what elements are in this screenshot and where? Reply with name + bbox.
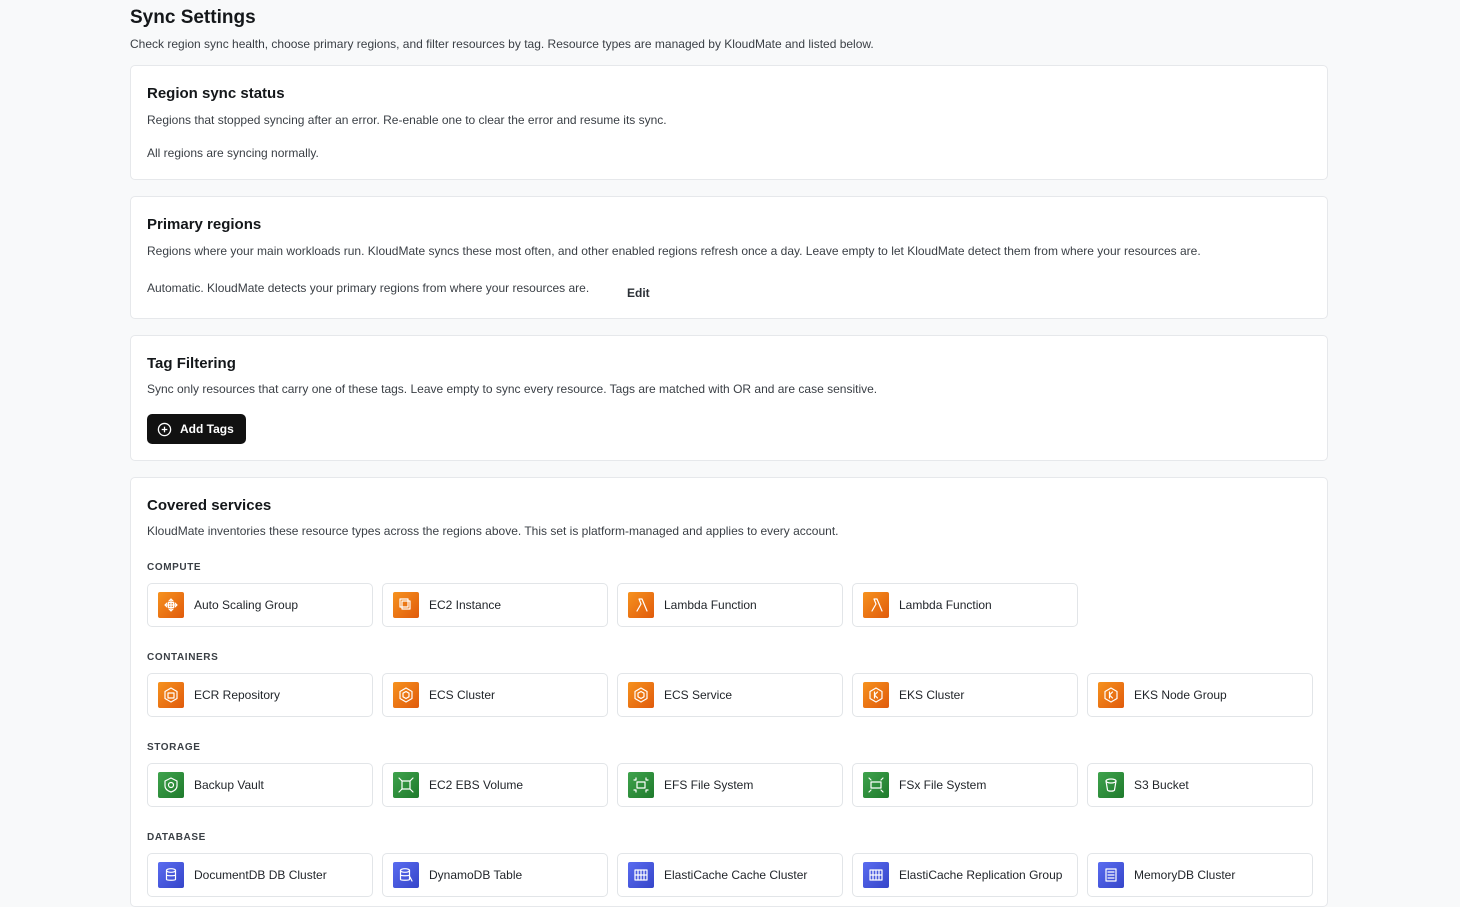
service-tile-label: FSx File System (899, 778, 987, 792)
primary-regions-card: Primary regions Regions where your main … (130, 196, 1328, 319)
service-group-label: STORAGE (147, 742, 201, 753)
memorydb-icon (1098, 862, 1124, 888)
ecr-icon (158, 682, 184, 708)
service-tile[interactable]: Auto Scaling Group (147, 583, 373, 627)
service-tile[interactable]: EFS File System (617, 763, 843, 807)
service-group-label: DATABASE (147, 832, 206, 843)
service-tile-label: EFS File System (664, 778, 754, 792)
service-tile[interactable]: DocumentDB DB Cluster (147, 853, 373, 897)
card-description: KloudMate inventories these resource typ… (147, 524, 839, 538)
service-tile-label: ElastiCache Replication Group (899, 868, 1063, 882)
service-tile[interactable]: Lambda Function (617, 583, 843, 627)
s3-bucket-icon (1098, 772, 1124, 798)
plus-circle-icon (157, 422, 172, 436)
service-tile-label: ECR Repository (194, 688, 281, 702)
page-subtitle: Check region sync health, choose primary… (130, 37, 874, 51)
service-tile-label: S3 Bucket (1134, 778, 1189, 792)
card-title: Primary regions (147, 216, 262, 233)
tag-filtering-card: Tag Filtering Sync only resources that c… (130, 335, 1328, 461)
card-description: Regions that stopped syncing after an er… (147, 113, 667, 127)
service-tile[interactable]: EC2 Instance (382, 583, 608, 627)
dynamodb-icon (393, 862, 419, 888)
service-tile-label: DocumentDB DB Cluster (194, 868, 327, 882)
primary-regions-status: Automatic. KloudMate detects your primar… (147, 281, 590, 295)
ebs-icon (393, 772, 419, 798)
lambda-icon (863, 592, 889, 618)
elasticache-icon (863, 862, 889, 888)
card-description: Regions where your main workloads run. K… (147, 244, 1201, 258)
service-tile[interactable]: Lambda Function (852, 583, 1078, 627)
service-tile[interactable]: DynamoDB Table (382, 853, 608, 897)
page-title: Sync Settings (130, 7, 256, 28)
service-tile[interactable]: Backup Vault (147, 763, 373, 807)
ecs-icon (628, 682, 654, 708)
service-tile[interactable]: S3 Bucket (1087, 763, 1313, 807)
service-tile[interactable]: MemoryDB Cluster (1087, 853, 1313, 897)
region-sync-status-card: Region sync status Regions that stopped … (130, 65, 1328, 180)
efs-icon (628, 772, 654, 798)
service-tile[interactable]: FSx File System (852, 763, 1078, 807)
card-title: Region sync status (147, 85, 285, 102)
service-tile[interactable]: ECR Repository (147, 673, 373, 717)
service-tile-label: EC2 EBS Volume (429, 778, 524, 792)
fsx-icon (863, 772, 889, 798)
service-tile-label: Backup Vault (194, 778, 264, 792)
service-tile-label: Auto Scaling Group (194, 598, 299, 612)
service-tile-label: MemoryDB Cluster (1134, 868, 1236, 882)
service-tile-label: ElastiCache Cache Cluster (664, 868, 808, 882)
add-tags-button[interactable]: Add Tags (147, 414, 246, 444)
card-description: Sync only resources that carry one of th… (147, 382, 878, 396)
card-title: Tag Filtering (147, 355, 236, 372)
service-tile-label: ECS Service (664, 688, 733, 702)
service-tile[interactable]: ElastiCache Cache Cluster (617, 853, 843, 897)
service-tile[interactable]: ECS Service (617, 673, 843, 717)
service-tile[interactable]: ElastiCache Replication Group (852, 853, 1078, 897)
sync-status-text: All regions are syncing normally. (147, 146, 319, 160)
service-tile-label: ECS Cluster (429, 688, 496, 702)
edit-primary-regions-button[interactable]: Edit (627, 286, 650, 300)
service-tile-label: DynamoDB Table (429, 868, 523, 882)
backup-icon (158, 772, 184, 798)
lambda-icon (628, 592, 654, 618)
eks-icon (1098, 682, 1124, 708)
documentdb-icon (158, 862, 184, 888)
card-title: Covered services (147, 497, 272, 514)
service-group-label: COMPUTE (147, 562, 202, 573)
service-tile[interactable]: EKS Cluster (852, 673, 1078, 717)
eks-icon (863, 682, 889, 708)
service-tile-label: EKS Node Group (1134, 688, 1227, 702)
service-tile[interactable]: EC2 EBS Volume (382, 763, 608, 807)
service-tile[interactable]: ECS Cluster (382, 673, 608, 717)
service-tile-label: Lambda Function (899, 598, 992, 612)
ec2-icon (393, 592, 419, 618)
service-tile-label: Lambda Function (664, 598, 757, 612)
auto-scaling-icon (158, 592, 184, 618)
add-tags-label: Add Tags (180, 422, 234, 436)
service-tile-label: EKS Cluster (899, 688, 965, 702)
elasticache-icon (628, 862, 654, 888)
service-tile-label: EC2 Instance (429, 598, 502, 612)
ecs-icon (393, 682, 419, 708)
covered-services-card: Covered services KloudMate inventories t… (130, 477, 1328, 907)
service-tile[interactable]: EKS Node Group (1087, 673, 1313, 717)
service-group-label: CONTAINERS (147, 652, 219, 663)
